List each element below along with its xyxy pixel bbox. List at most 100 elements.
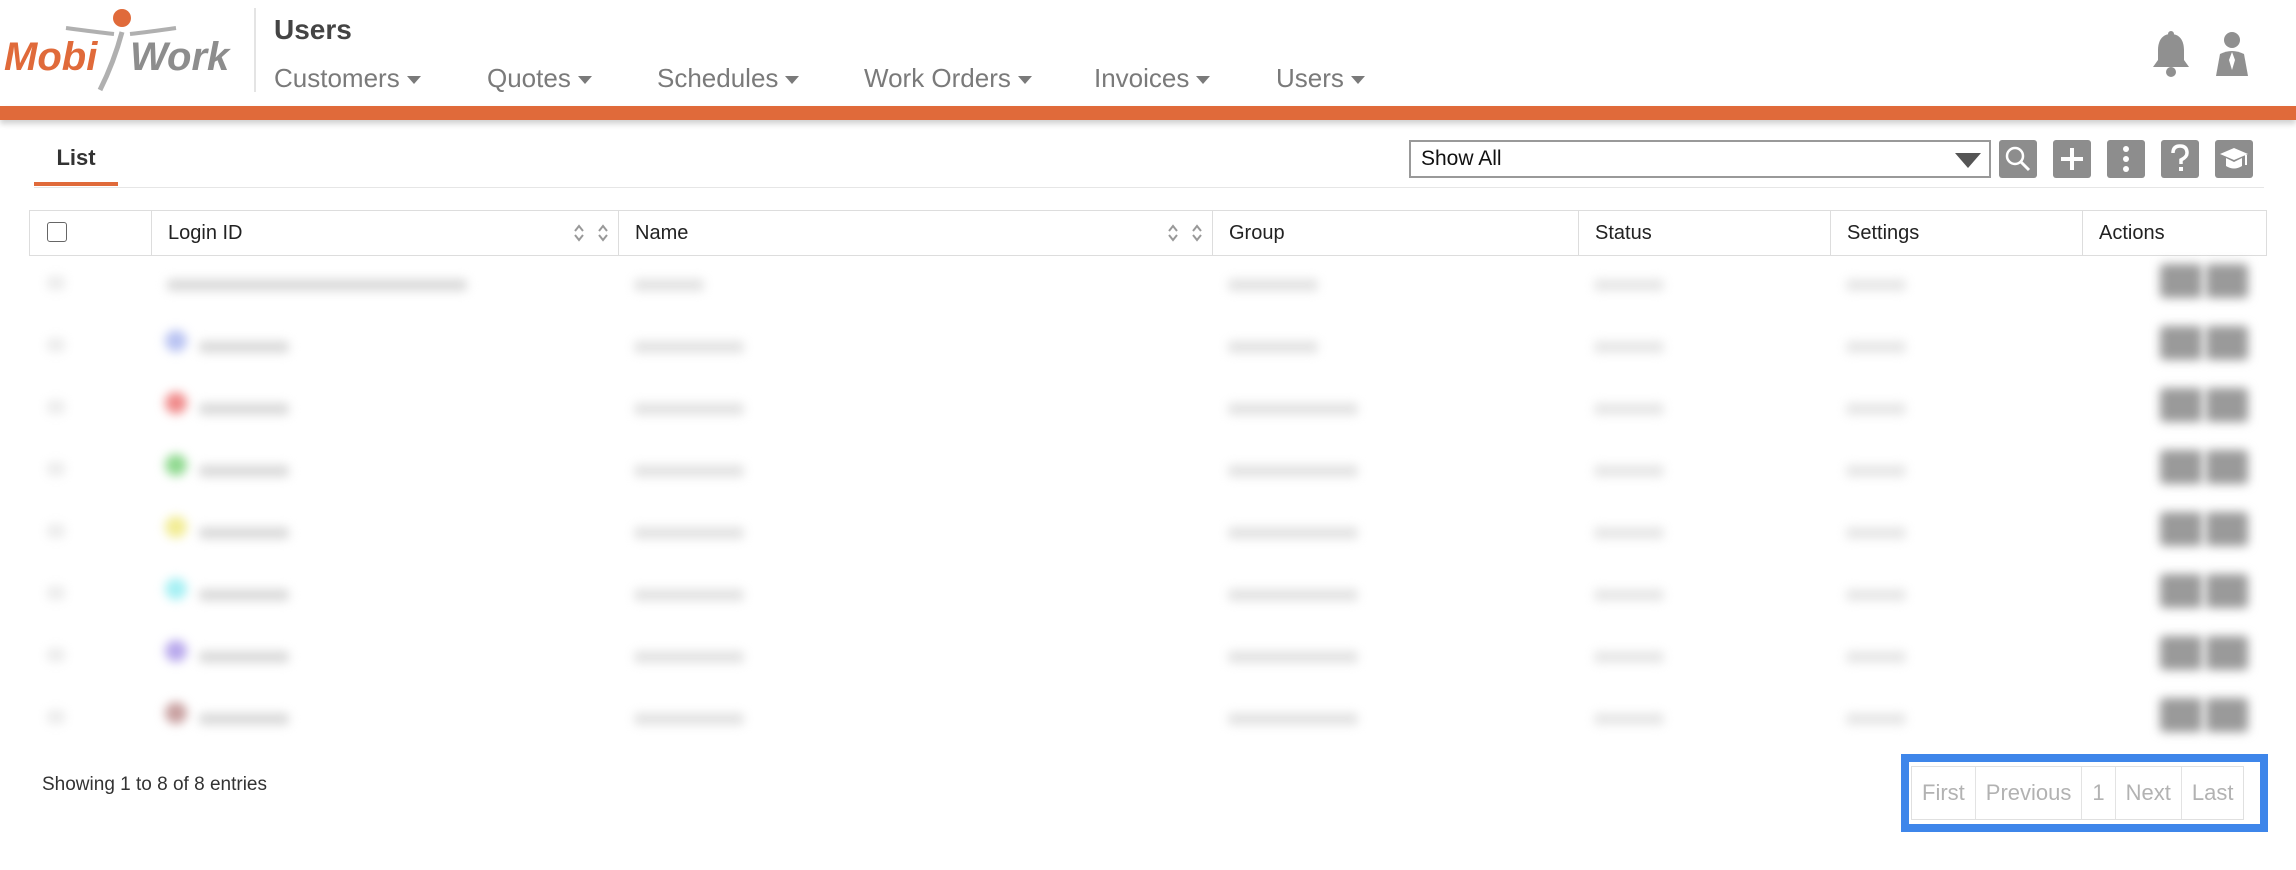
row-login-id [199, 589, 289, 601]
row-login-id [199, 341, 289, 353]
row-avatar [165, 330, 187, 352]
main-nav: Customers Quotes Schedules Work Orders I… [274, 58, 1386, 98]
more-options-button[interactable] [2107, 140, 2145, 178]
filter-value: Show All [1421, 147, 1502, 170]
column-label: Actions [2099, 222, 2165, 244]
column-header-group[interactable]: Group [1213, 211, 1579, 255]
row-settings [1846, 341, 1906, 353]
column-label: Status [1595, 222, 1652, 244]
pagination-next[interactable]: Next [2116, 767, 2182, 819]
column-label: Login ID [168, 222, 243, 244]
nav-users[interactable]: Users [1276, 63, 1386, 94]
add-button[interactable] [2053, 140, 2091, 178]
tutorial-button[interactable] [2215, 140, 2253, 178]
row-settings [1846, 651, 1906, 663]
table-row[interactable] [29, 504, 2267, 566]
dropdown-arrow-icon [1955, 153, 1981, 168]
column-header-settings[interactable]: Settings [1831, 211, 2083, 255]
select-all-checkbox[interactable] [47, 222, 67, 242]
row-name [634, 341, 744, 353]
bell-icon[interactable] [2149, 30, 2193, 78]
table-row[interactable] [29, 566, 2267, 628]
table-row[interactable] [29, 442, 2267, 504]
row-name [634, 651, 744, 663]
row-action-delete[interactable] [2206, 512, 2248, 546]
row-settings [1846, 279, 1906, 291]
row-status [1594, 465, 1664, 477]
nav-work-orders[interactable]: Work Orders [864, 63, 1094, 94]
table-row[interactable] [29, 256, 2267, 318]
nav-label: Quotes [487, 62, 571, 93]
pagination-previous[interactable]: Previous [1976, 767, 2083, 819]
caret-down-icon [785, 76, 800, 84]
tab-list[interactable]: List [34, 140, 118, 186]
row-login-id [199, 465, 289, 477]
sort-icon[interactable] [597, 223, 609, 243]
caret-down-icon [1350, 76, 1365, 84]
column-header-name[interactable]: Name [619, 211, 1213, 255]
user-icon[interactable] [2210, 30, 2254, 78]
row-group [1228, 403, 1358, 415]
row-action-edit[interactable] [2160, 512, 2202, 546]
table-body [29, 256, 2267, 752]
pagination-page-1[interactable]: 1 [2082, 767, 2116, 819]
column-label: Group [1229, 222, 1285, 244]
row-checkbox [47, 400, 65, 414]
pagination-first[interactable]: First [1912, 767, 1976, 819]
row-action-delete[interactable] [2206, 636, 2248, 670]
help-icon [2171, 144, 2189, 171]
row-avatar [165, 578, 187, 600]
row-avatar [165, 516, 187, 538]
filter-select[interactable]: Show All [1409, 140, 1991, 178]
row-action-delete[interactable] [2206, 450, 2248, 484]
sort-icon[interactable] [1191, 223, 1203, 243]
row-settings [1846, 713, 1906, 725]
row-action-edit[interactable] [2160, 636, 2202, 670]
row-checkbox [47, 648, 65, 662]
sort-icon[interactable] [1167, 223, 1179, 243]
row-action-edit[interactable] [2160, 264, 2202, 298]
nav-quotes[interactable]: Quotes [487, 63, 657, 94]
nav-customers[interactable]: Customers [274, 63, 487, 94]
nav-label: Invoices [1094, 62, 1190, 93]
row-settings [1846, 589, 1906, 601]
help-button[interactable] [2161, 140, 2199, 178]
logo-text-right: Work [130, 35, 231, 79]
row-action-edit[interactable] [2160, 450, 2202, 484]
search-button[interactable] [1999, 140, 2037, 178]
row-action-delete[interactable] [2206, 264, 2248, 298]
row-action-delete[interactable] [2206, 388, 2248, 422]
row-checkbox [47, 276, 65, 290]
table-row[interactable] [29, 380, 2267, 442]
mobiwork-logo[interactable]: Mobi Work [4, 6, 240, 92]
row-avatar [165, 392, 187, 414]
nav-schedules[interactable]: Schedules [657, 63, 864, 94]
row-action-delete[interactable] [2206, 698, 2248, 732]
row-action-delete[interactable] [2206, 326, 2248, 360]
caret-down-icon [1017, 76, 1032, 84]
entries-info: Showing 1 to 8 of 8 entries [42, 774, 267, 795]
table-row[interactable] [29, 628, 2267, 690]
row-name [634, 527, 744, 539]
column-header-login-id[interactable]: Login ID [152, 211, 619, 255]
row-avatar [165, 702, 187, 724]
column-label: Settings [1847, 222, 1920, 244]
column-header-status[interactable]: Status [1579, 211, 1831, 255]
row-action-edit[interactable] [2160, 326, 2202, 360]
row-login-id [199, 403, 289, 415]
table-row[interactable] [29, 690, 2267, 752]
row-action-edit[interactable] [2160, 574, 2202, 608]
column-label: Name [635, 222, 689, 244]
row-action-edit[interactable] [2160, 698, 2202, 732]
row-status [1594, 651, 1664, 663]
pagination-last[interactable]: Last [2182, 767, 2244, 819]
row-action-delete[interactable] [2206, 574, 2248, 608]
page-title: Users [274, 14, 352, 45]
row-status [1594, 527, 1664, 539]
row-checkbox [47, 586, 65, 600]
caret-down-icon [1196, 76, 1211, 84]
sort-icon[interactable] [573, 223, 585, 243]
nav-invoices[interactable]: Invoices [1094, 63, 1276, 94]
row-action-edit[interactable] [2160, 388, 2202, 422]
table-row[interactable] [29, 318, 2267, 380]
